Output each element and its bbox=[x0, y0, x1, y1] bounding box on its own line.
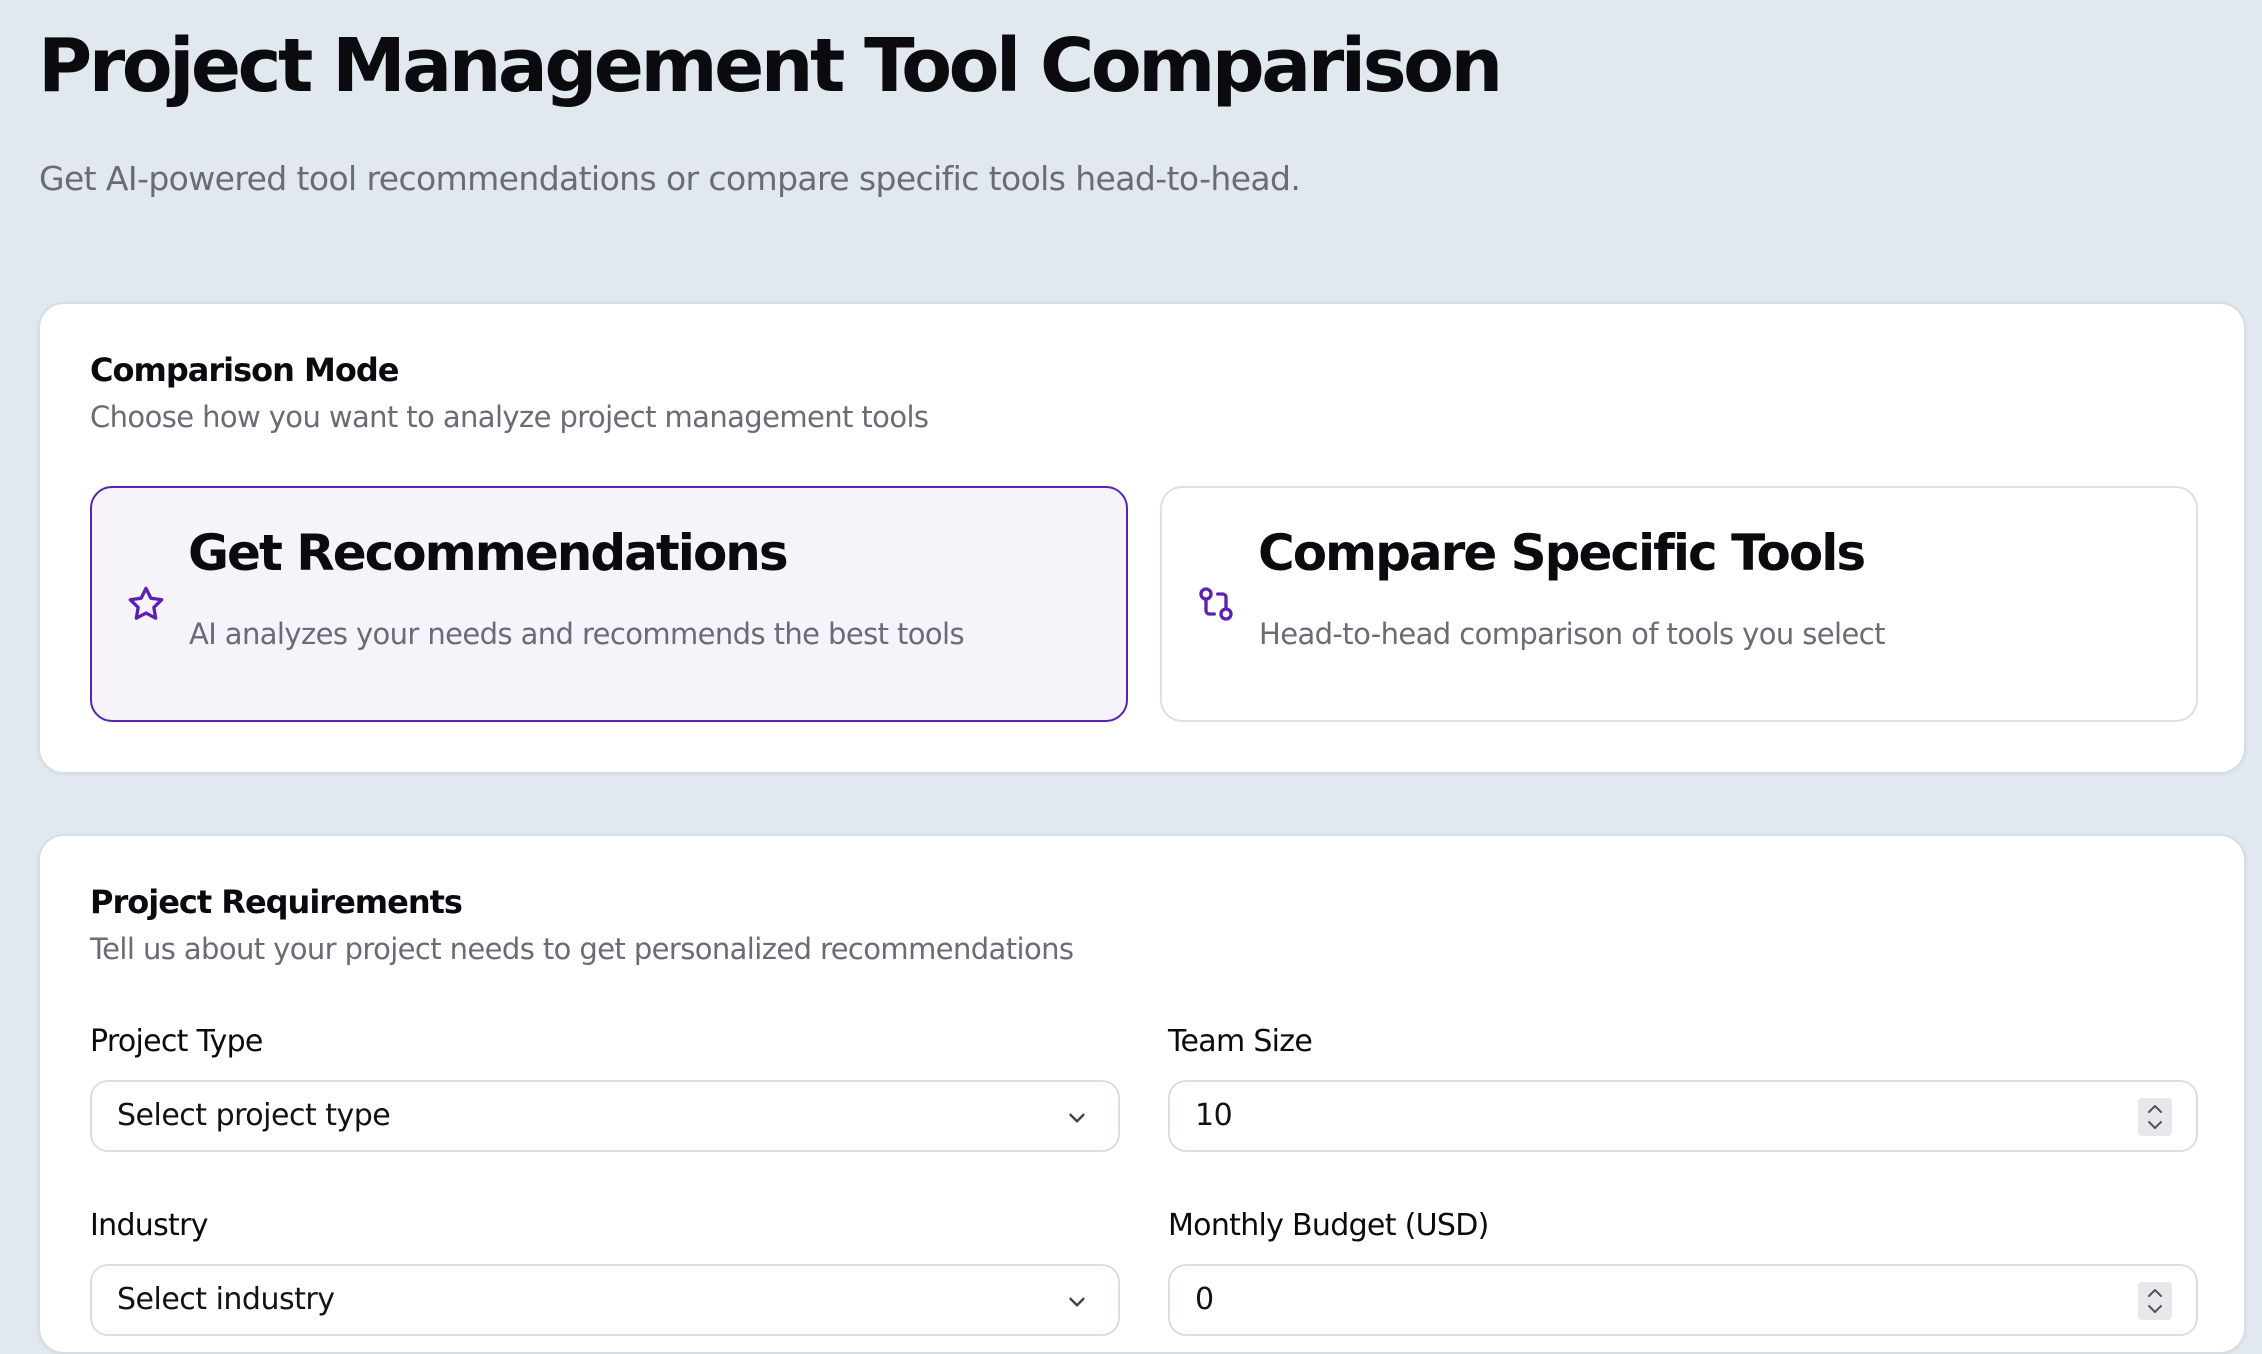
comparison-mode-title: Comparison Mode bbox=[90, 351, 399, 389]
project-requirements-description: Tell us about your project needs to get … bbox=[90, 932, 1074, 966]
mode-option-title: Get Recommendations bbox=[188, 524, 789, 582]
chevron-down-icon bbox=[1064, 1289, 1090, 1315]
number-stepper[interactable] bbox=[2138, 1282, 2172, 1320]
mode-option-title: Compare Specific Tools bbox=[1258, 524, 1866, 582]
project-requirements-card: Project Requirements Tell us about your … bbox=[38, 834, 2246, 1354]
chevron-down-icon bbox=[1064, 1105, 1090, 1131]
monthly-budget-input[interactable]: 0 bbox=[1168, 1264, 2198, 1336]
project-type-value: Select project type bbox=[117, 1098, 391, 1133]
mode-option-get-recommendations[interactable]: Get Recommendations AI analyzes your nee… bbox=[90, 486, 1128, 722]
page-subtitle: Get AI-powered tool recommendations or c… bbox=[39, 159, 1301, 198]
git-compare-icon bbox=[1196, 584, 1236, 624]
comparison-mode-description: Choose how you want to analyze project m… bbox=[90, 400, 929, 434]
mode-option-compare-specific-tools[interactable]: Compare Specific Tools Head-to-head comp… bbox=[1160, 486, 2198, 722]
comparison-mode-card: Comparison Mode Choose how you want to a… bbox=[38, 302, 2246, 774]
industry-select[interactable]: Select industry bbox=[90, 1264, 1120, 1336]
monthly-budget-value: 0 bbox=[1195, 1282, 1214, 1317]
page-title: Project Management Tool Comparison bbox=[38, 23, 1503, 109]
team-size-label: Team Size bbox=[1168, 1024, 1313, 1059]
monthly-budget-label: Monthly Budget (USD) bbox=[1168, 1208, 1489, 1243]
industry-value: Select industry bbox=[117, 1282, 335, 1317]
project-type-select[interactable]: Select project type bbox=[90, 1080, 1120, 1152]
project-type-label: Project Type bbox=[90, 1024, 263, 1059]
industry-label: Industry bbox=[90, 1208, 209, 1243]
project-requirements-title: Project Requirements bbox=[90, 883, 463, 921]
star-icon bbox=[126, 584, 166, 624]
team-size-input[interactable]: 10 bbox=[1168, 1080, 2198, 1152]
mode-option-description: Head-to-head comparison of tools you sel… bbox=[1259, 617, 1885, 651]
mode-option-description: AI analyzes your needs and recommends th… bbox=[189, 617, 965, 651]
number-stepper[interactable] bbox=[2138, 1098, 2172, 1136]
team-size-value: 10 bbox=[1195, 1098, 1233, 1133]
